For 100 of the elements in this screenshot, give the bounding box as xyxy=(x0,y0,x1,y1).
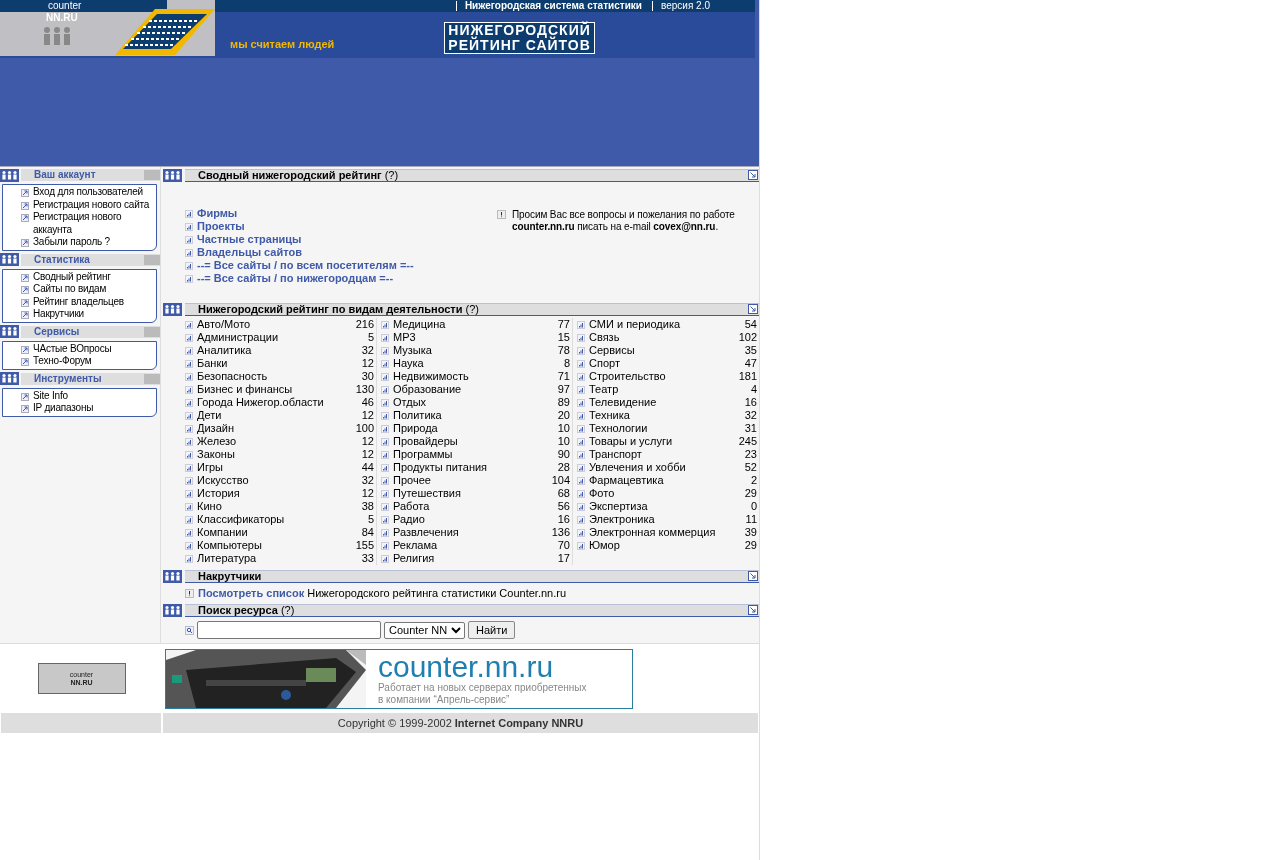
category-link[interactable]: Недвижимость xyxy=(393,371,469,382)
category-link[interactable]: Техника xyxy=(589,410,630,421)
help-link[interactable]: (?) xyxy=(384,169,399,181)
people-icon xyxy=(163,302,182,316)
category-link[interactable]: Дети xyxy=(197,410,222,421)
category-link[interactable]: Телевидение xyxy=(589,397,657,408)
search-field[interactable] xyxy=(197,621,381,639)
category-link[interactable]: Спорт xyxy=(589,358,620,369)
category-link[interactable]: Администрации xyxy=(197,332,279,343)
category-link[interactable]: Железо xyxy=(197,436,237,447)
category-link[interactable]: Экспертиза xyxy=(589,501,648,512)
site-title: РЕЙТИНГ САЙТОВ xyxy=(448,38,591,53)
arrow-icon xyxy=(21,392,29,401)
sidebar-link[interactable]: Сводный рейтинг xyxy=(33,270,111,283)
category-link[interactable]: Программы xyxy=(393,449,453,460)
category-link[interactable]: Продукты питания xyxy=(393,462,488,473)
category-link[interactable]: Банки xyxy=(197,358,228,369)
category-link[interactable]: Города Нижегор.области xyxy=(197,397,324,408)
category-link[interactable]: Прочее xyxy=(393,475,431,486)
category-link[interactable]: Кино xyxy=(197,501,222,512)
category-link[interactable]: СМИ и периодика xyxy=(589,319,681,330)
bar-chart-icon xyxy=(577,424,585,433)
sidebar-link[interactable]: ЧАстые ВОпросы xyxy=(33,342,112,355)
category-link[interactable]: Компании xyxy=(197,527,248,538)
help-link[interactable]: (?) xyxy=(280,604,295,616)
rating-link[interactable]: Владельцы сайтов xyxy=(197,247,302,258)
sidebar-link[interactable]: Техно-Форум xyxy=(33,355,92,368)
category-link[interactable]: Природа xyxy=(393,423,438,434)
category-link[interactable]: Реклама xyxy=(393,540,438,551)
rating-link[interactable]: --= Все сайты / по всем посетителям =-- xyxy=(197,260,414,271)
category-link[interactable]: Работа xyxy=(393,501,430,512)
category-link[interactable]: Религия xyxy=(393,553,435,564)
category-link[interactable]: Транспорт xyxy=(589,449,642,460)
category-link[interactable]: Строительство xyxy=(589,371,666,382)
category-link[interactable]: Фармацевтика xyxy=(589,475,664,486)
category-link[interactable]: Дизайн xyxy=(197,423,234,434)
category-link[interactable]: Литература xyxy=(197,553,257,564)
category-link[interactable]: Авто/Мото xyxy=(197,319,251,330)
category-link[interactable]: Наука xyxy=(393,358,424,369)
sidebar-link[interactable]: Рейтинг владельцев xyxy=(33,295,124,308)
collapse-icon[interactable] xyxy=(748,571,758,581)
rating-link[interactable]: Проекты xyxy=(197,221,245,232)
category-link[interactable]: Классификаторы xyxy=(197,514,285,525)
bar-chart-icon xyxy=(381,515,389,524)
collapse-icon[interactable] xyxy=(748,605,758,615)
banner-domain: counter.nn.ru xyxy=(378,651,554,682)
category-link[interactable]: Бизнес и финансы xyxy=(197,384,293,395)
site-count: 35 xyxy=(744,345,757,356)
category-link[interactable]: Развлечения xyxy=(393,527,459,538)
category-link[interactable]: Сервисы xyxy=(589,345,635,356)
search-scope-dropdown[interactable]: Counter NN xyxy=(384,621,465,639)
rating-link[interactable]: --= Все сайты / по нижегородцам =-- xyxy=(197,273,394,284)
cheaters-text: Посмотреть список Нижегородского рейтинга статистики Counter.nn.ru xyxy=(198,587,567,599)
collapse-icon[interactable] xyxy=(748,304,758,314)
category-link[interactable]: Товары и услуги xyxy=(589,436,673,447)
help-link[interactable]: (?) xyxy=(465,303,479,315)
category-link[interactable]: Аналитика xyxy=(197,345,252,356)
logo-text: NN.RU xyxy=(46,12,78,23)
category-link[interactable]: Увлечения и хобби xyxy=(589,462,686,473)
sidebar-link[interactable]: Забыли пароль ? xyxy=(33,236,110,249)
category-link[interactable]: Театр xyxy=(589,384,619,395)
rating-link[interactable]: Фирмы xyxy=(197,208,238,219)
sidebar-link[interactable]: Регистрация нового аккаунта xyxy=(33,211,156,236)
sidebar-link[interactable]: Регистрация нового сайта xyxy=(33,198,150,211)
category-link[interactable]: Искусство xyxy=(197,475,249,486)
sidebar-link[interactable]: Site Info xyxy=(33,389,68,402)
slogan: мы считаем людей xyxy=(230,39,335,50)
sidebar-link[interactable]: Вход для пользователей xyxy=(33,186,143,199)
category-link[interactable]: Технологии xyxy=(589,423,648,434)
category-link[interactable]: Образование xyxy=(393,384,462,395)
sidebar-link[interactable]: Сайты по видам xyxy=(33,283,107,296)
rating-link[interactable]: Частные страницы xyxy=(197,234,302,245)
category-link[interactable]: Медицина xyxy=(393,319,446,330)
bar-chart-icon xyxy=(381,359,389,368)
site-count: 89 xyxy=(557,397,570,408)
search-button[interactable]: Найти xyxy=(468,621,516,639)
category-link[interactable]: Электронная коммерция xyxy=(589,527,716,538)
bar-chart-icon xyxy=(577,359,585,368)
category-link[interactable]: Радио xyxy=(393,514,425,525)
sidebar-link[interactable]: IP диапазоны xyxy=(33,402,94,415)
category-link[interactable]: Законы xyxy=(197,449,235,460)
category-link[interactable]: Связь xyxy=(589,332,620,343)
site-count: 136 xyxy=(551,527,570,538)
category-link[interactable]: Компьютеры xyxy=(197,540,262,551)
category-link[interactable]: Политика xyxy=(393,410,442,421)
category-link[interactable]: Юмор xyxy=(589,540,620,551)
category-link[interactable]: MP3 xyxy=(393,332,416,343)
view-list-link[interactable]: Посмотреть список xyxy=(198,586,305,599)
category-link[interactable]: Игры xyxy=(197,462,223,473)
site-count: 32 xyxy=(744,410,757,421)
category-link[interactable]: Провайдеры xyxy=(393,436,458,447)
category-link[interactable]: Электроника xyxy=(589,514,655,525)
category-link[interactable]: Музыка xyxy=(393,345,432,356)
category-link[interactable]: Путешествия xyxy=(393,488,461,499)
collapse-icon[interactable] xyxy=(748,170,758,180)
category-link[interactable]: Фото xyxy=(589,488,615,499)
category-link[interactable]: История xyxy=(197,488,240,499)
sidebar-link[interactable]: Накрутчики xyxy=(33,308,84,321)
category-link[interactable]: Безопасность xyxy=(197,371,268,382)
category-link[interactable]: Отдых xyxy=(393,397,427,408)
